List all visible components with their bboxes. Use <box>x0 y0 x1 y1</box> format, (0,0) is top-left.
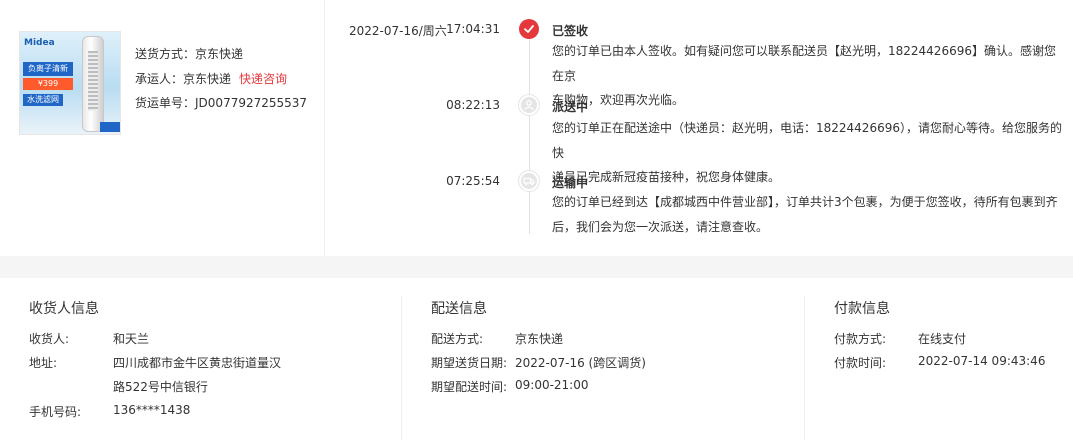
timeline-event-status: 已签收 <box>552 24 589 38</box>
carrier-label: 承运人： <box>135 71 184 86</box>
payment-info-column: 付款信息 付款方式: 在线支付 付款时间: 2022-07-14 09:43:4… <box>805 278 1073 440</box>
panel-divider <box>324 0 325 256</box>
expected-time-label: 期望配送时间: <box>431 380 508 394</box>
truck-icon <box>519 171 539 191</box>
address-value-line: 四川成都市金牛区黄忠街道量汉 <box>113 356 282 370</box>
shipping-method-row: 送货方式：京东快递 <box>135 42 307 67</box>
timeline-event-time: 08:22:13 <box>446 98 500 112</box>
phone-value: 136****1438 <box>113 403 191 417</box>
expected-date-label: 期望送货日期: <box>431 356 508 370</box>
receiver-info-heading: 收货人信息 <box>29 301 99 317</box>
tracking-number-label: 货运单号： <box>135 96 196 110</box>
delivery-method-label: 配送方式: <box>431 332 484 346</box>
tracking-number-row: 货运单号：JD0077927255537 <box>135 91 307 116</box>
payment-time-value: 2022-07-14 09:43:46 <box>918 354 1046 368</box>
shipping-summary: 送货方式：京东快递 承运人：京东快递 快递咨询 货运单号：JD0077927255… <box>135 42 307 116</box>
timeline-event-desc-line: 后，我们会为您一次派送，请注意查收。 <box>552 219 769 234</box>
timeline-event-time: 07:25:54 <box>446 174 500 188</box>
timeline-event-desc-line: 东购物，欢迎再次光临。 <box>552 93 685 107</box>
timeline-event-desc-line: 您的订单已由本人签收。如有疑问您可以联系配送员【赵光明，18224426696】… <box>552 44 1056 83</box>
delivery-method-value: 京东快递 <box>515 332 564 346</box>
product-thumbnail[interactable]: Midea 负离子清新 ¥399 水洗滤网 <box>19 31 121 135</box>
courier-consult-link[interactable]: 快递咨询 <box>239 72 287 86</box>
timeline-event-desc-line: 递员已完成新冠疫苗接种，祝您身体健康。 <box>552 170 781 184</box>
product-brand-logo: Midea <box>24 38 55 48</box>
expected-date-value: 2022-07-16 (跨区调货) <box>515 356 646 370</box>
shipment-tracking-panel: Midea 负离子清新 ¥399 水洗滤网 送货方式：京东快递 承运人：京东快递… <box>0 0 1073 256</box>
product-tag: 水洗滤网 <box>23 94 63 106</box>
delivery-info-column: 配送信息 配送方式: 京东快递 期望送货日期: 2022-07-16 (跨区调货… <box>402 278 804 440</box>
carrier-row: 承运人：京东快递 快递咨询 <box>135 67 307 92</box>
product-price-tag: ¥399 <box>23 78 73 90</box>
shipping-method-value: 京东快递 <box>195 47 244 61</box>
receiver-name-label: 收货人: <box>29 332 70 346</box>
product-badge <box>100 122 120 132</box>
timeline-event-time: 17:04:31 <box>446 22 500 36</box>
payment-info-heading: 付款信息 <box>834 301 890 317</box>
tracking-number-value: JD0077927255537 <box>195 96 308 110</box>
timeline-event-desc: 您的订单已由本人签收。如有疑问您可以联系配送员【赵光明，18224426696】… <box>552 39 1067 113</box>
timeline-connector <box>529 38 530 234</box>
timeline-event-status: 运输中 <box>552 176 589 190</box>
order-info-section: 收货人信息 收货人: 和天兰 地址: 四川成都市金牛区黄忠街道量汉 路522号中… <box>0 278 1073 440</box>
courier-icon <box>519 95 539 115</box>
check-icon <box>519 19 539 39</box>
carrier-value: 京东快递 <box>183 71 232 86</box>
tower-fan-image <box>82 36 104 132</box>
payment-method-label: 付款方式: <box>834 332 887 346</box>
timeline-event-desc-line: 您的订单正在配送途中（快递员：赵光明，电话：18224426696），请您耐心等… <box>552 121 1062 160</box>
payment-time-label: 付款时间: <box>834 356 887 370</box>
shipping-method-label: 送货方式： <box>135 47 196 61</box>
timeline-event-status: 派送中 <box>552 100 589 114</box>
phone-label: 手机号码: <box>29 405 82 419</box>
address-label: 地址: <box>29 356 58 370</box>
timeline-event-desc: 您的订单已经到达【成都城西中件营业部】，订单共计3个包裹，为便于您签收，待所有包… <box>552 190 1067 239</box>
address-value-line: 路522号中信银行 <box>113 380 208 394</box>
payment-method-value: 在线支付 <box>918 332 967 346</box>
receiver-info-column: 收货人信息 收货人: 和天兰 地址: 四川成都市金牛区黄忠街道量汉 路522号中… <box>0 278 401 440</box>
delivery-info-heading: 配送信息 <box>431 301 487 317</box>
section-separator <box>0 256 1073 278</box>
expected-time-value: 09:00-21:00 <box>515 378 589 392</box>
receiver-name-value: 和天兰 <box>113 332 150 346</box>
timeline-event-desc-line: 您的订单已经到达【成都城西中件营业部】，订单共计3个包裹，为便于您签收，待所有包… <box>552 195 1058 209</box>
timeline-event-desc: 您的订单正在配送途中（快递员：赵光明，电话：18224426696），请您耐心等… <box>552 116 1067 190</box>
product-tag: 负离子清新 <box>23 62 73 76</box>
